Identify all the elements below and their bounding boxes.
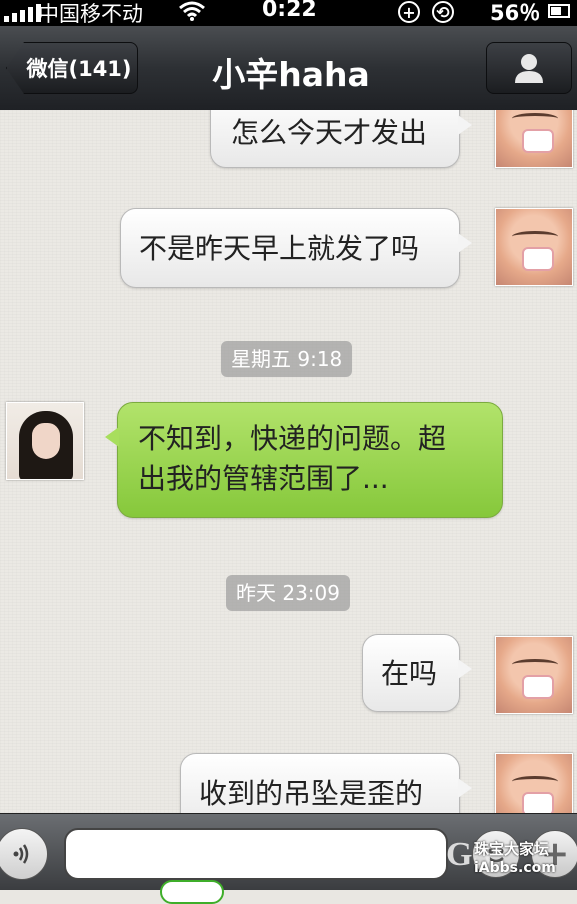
message-text-line: 不知到，快递的问题。超 — [138, 422, 447, 455]
status-bar: 中国移不动 0:22 + ⟲ 56％ — [0, 0, 577, 26]
contact-profile-button[interactable] — [486, 42, 572, 94]
message-bubble-incoming[interactable]: 不知到，快递的问题。超 出我的管辖范围了... — [105, 402, 503, 518]
message-text: 收到的吊坠是歪的 — [199, 777, 424, 810]
my-avatar[interactable] — [495, 110, 573, 168]
battery-percent: 56％ — [490, 1, 541, 25]
person-icon — [515, 54, 543, 83]
message-text: 怎么今天才发出 — [231, 116, 428, 149]
location-icon: + — [398, 1, 420, 23]
navigation-bar: 微信(141) 小辛haha — [0, 26, 577, 111]
back-button[interactable]: 微信(141) — [6, 42, 138, 94]
watermark-url: iAbbs.com — [474, 860, 556, 876]
message-timestamp: 星期五 9:18 — [221, 341, 353, 377]
carrier-name: 中国移不动 — [38, 2, 143, 26]
watermark-site-name: 珠宝大家坛 — [474, 840, 550, 858]
my-avatar[interactable] — [495, 208, 573, 286]
chat-messages[interactable]: 怎么今天才发出 不是昨天早上就发了吗 星期五 9:18 不知到，快递的问题。超 … — [0, 110, 577, 813]
message-text-line: 出我的管辖范围了... — [138, 462, 389, 495]
message-bubble-outgoing[interactable]: 不是昨天早上就发了吗 — [120, 208, 472, 288]
message-bubble-outgoing[interactable]: 怎么今天才发出 — [210, 110, 472, 168]
home-indicator — [160, 880, 224, 904]
message-bubble-outgoing[interactable]: 收到的吊坠是歪的 — [180, 753, 472, 813]
rotation-lock-icon: ⟲ — [432, 1, 454, 23]
chat-title: 小辛haha — [212, 55, 370, 94]
message-input[interactable] — [64, 828, 448, 880]
back-button-label: 微信(141) — [26, 57, 132, 81]
my-avatar[interactable] — [495, 753, 573, 813]
contact-avatar[interactable] — [6, 402, 84, 480]
message-bubble-outgoing[interactable]: 在吗 — [362, 634, 472, 712]
clock: 0:22 — [262, 0, 317, 22]
battery-icon — [548, 4, 570, 18]
message-timestamp: 昨天 23:09 — [226, 575, 350, 611]
message-text: 不是昨天早上就发了吗 — [139, 232, 420, 265]
my-avatar[interactable] — [495, 636, 573, 714]
wifi-icon — [178, 0, 206, 27]
watermark: GS 珠宝大家坛 iAbbs.com — [446, 836, 577, 889]
message-text: 在吗 — [381, 657, 438, 690]
voice-icon[interactable] — [0, 828, 48, 880]
signal-icon — [4, 4, 41, 22]
